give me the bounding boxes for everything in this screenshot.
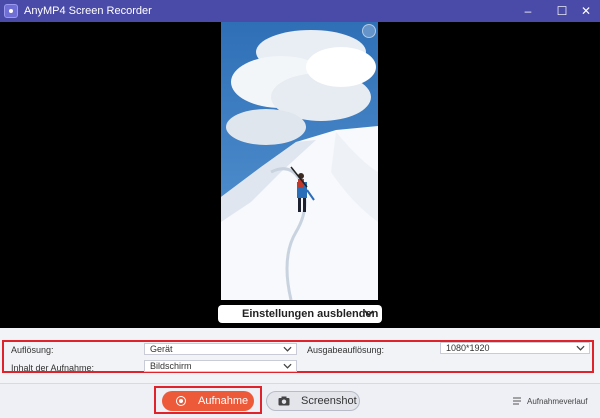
screenshot-label: Screenshot [301,395,357,407]
record-button[interactable]: Aufnahme [162,391,254,411]
resolution-label: Auflösung: [11,345,54,355]
hide-settings-label: Einstellungen ausblenden [242,308,379,320]
recording-preview: Einstellungen ausblenden [0,22,600,328]
list-icon[interactable] [512,396,522,406]
chevron-down-icon [364,310,374,317]
window-title: AnyMP4 Screen Recorder [24,5,152,17]
maximize-button[interactable]: ☐ [552,0,572,22]
minimize-button[interactable]: – [518,0,538,22]
app-logo-icon [4,4,18,18]
screenshot-button[interactable]: Screenshot [266,391,360,411]
chevron-down-icon [283,363,292,369]
chevron-down-icon [283,346,292,352]
close-button[interactable]: ✕ [576,0,596,22]
preview-corner-handle[interactable] [362,24,376,38]
chevron-down-icon [576,345,585,351]
output-resolution-value: 1080*1920 [446,343,490,353]
camera-icon [278,396,290,406]
preview-image [221,22,378,300]
content-value: Bildschirm [150,361,192,371]
recording-history-link[interactable]: Aufnahmeverlauf [527,397,587,406]
record-label: Aufnahme [198,395,249,407]
content-label: Inhalt der Aufnahme: [11,363,95,373]
content-select[interactable]: Bildschirm [144,360,297,372]
settings-panel: Auflösung: Gerät Ausgabeauflösung: 1080*… [0,328,600,383]
title-bar: AnyMP4 Screen Recorder – ☐ ✕ [0,0,600,22]
resolution-value: Gerät [150,344,173,354]
output-resolution-label: Ausgabeauflösung: [307,345,385,355]
record-icon [176,396,186,406]
hide-settings-toggle[interactable]: Einstellungen ausblenden [218,305,382,323]
output-resolution-select[interactable]: 1080*1920 [440,342,590,354]
resolution-select[interactable]: Gerät [144,343,297,355]
